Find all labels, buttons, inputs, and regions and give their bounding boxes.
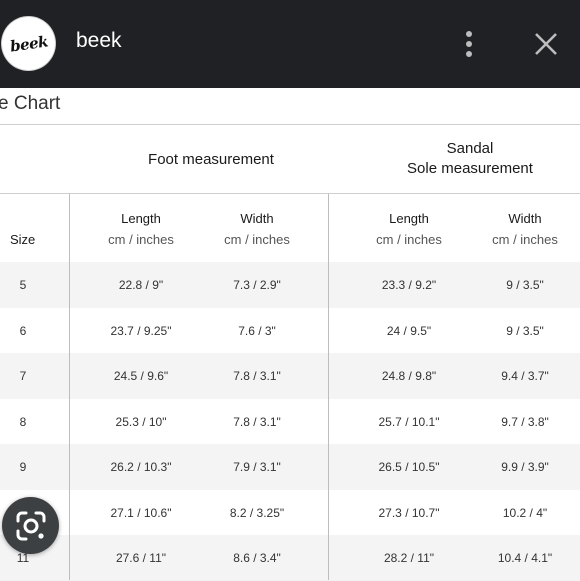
foot-length-cell: 26.2 / 10.3" xyxy=(110,459,172,474)
size-cell: 5 xyxy=(19,277,27,292)
foot-measurement-header: Foot measurement xyxy=(148,151,274,168)
foot-length-cell: 27.1 / 10.6" xyxy=(110,505,172,520)
foot-width-cell: 8.6 / 3.4" xyxy=(233,550,281,565)
foot-length-cell: 23.7 / 9.25" xyxy=(110,323,172,338)
sole-width-cell: 9 / 3.5" xyxy=(506,323,544,338)
column-units: cm / inches xyxy=(492,232,558,247)
more-vert-icon[interactable] xyxy=(458,28,480,60)
foot-length-cell: 27.6 / 11" xyxy=(115,550,167,565)
column-title: Length xyxy=(389,211,429,226)
column-title: Length xyxy=(121,211,161,226)
table-row: 10 27.1 / 10.6" 8.2 / 3.25" 27.3 / 10.7"… xyxy=(0,490,580,536)
close-icon[interactable] xyxy=(530,28,562,60)
sole-length-cell: 25.7 / 10.1" xyxy=(378,414,440,429)
sole-length-cell: 24 / 9.5" xyxy=(386,323,432,338)
sole-width-cell: 9.7 / 3.8" xyxy=(501,414,549,429)
google-lens-icon xyxy=(16,511,45,540)
column-title: Width xyxy=(508,211,542,226)
foot-width-cell: 7.8 / 3.1" xyxy=(233,368,281,383)
size-cell: 9 xyxy=(19,459,27,474)
sole-width-cell: 9.9 / 3.9" xyxy=(501,459,549,474)
column-units: cm / inches xyxy=(108,232,174,247)
table-row: 5 22.8 / 9" 7.3 / 2.9" 23.3 / 9.2" 9 / 3… xyxy=(0,262,580,308)
foot-width-header: Width cm / inches xyxy=(196,208,318,250)
sandal-measurement-header: Sandal Sole measurement xyxy=(360,139,580,179)
sole-width-cell: 10.4 / 4.1" xyxy=(497,550,553,565)
foot-width-cell: 8.2 / 3.25" xyxy=(229,505,285,520)
table-row: 7 24.5 / 9.6" 7.8 / 3.1" 24.8 / 9.8" 9.4… xyxy=(0,353,580,399)
foot-length-cell: 24.5 / 9.6" xyxy=(113,368,169,383)
sole-width-cell: 9.4 / 3.7" xyxy=(501,368,549,383)
column-units: cm / inches xyxy=(224,232,290,247)
sole-width-cell: 9 / 3.5" xyxy=(506,277,544,292)
google-lens-button[interactable] xyxy=(2,497,59,554)
column-divider xyxy=(328,194,329,580)
sole-width-header: Width cm / inches xyxy=(464,208,580,250)
foot-width-cell: 7.6 / 3" xyxy=(238,323,276,338)
size-cell: 7 xyxy=(19,368,27,383)
foot-width-cell: 7.9 / 3.1" xyxy=(233,459,281,474)
sole-length-cell: 27.3 / 10.7" xyxy=(378,505,440,520)
size-cell: 6 xyxy=(19,323,27,338)
page-title: e Chart xyxy=(0,93,61,114)
sandal-header-line2: Sole measurement xyxy=(407,160,533,177)
foot-width-cell: 7.3 / 2.9" xyxy=(233,277,281,292)
foot-length-header: Length cm / inches xyxy=(80,208,202,250)
table-row: 8 25.3 / 10" 7.8 / 3.1" 25.7 / 10.1" 9.7… xyxy=(0,399,580,445)
sole-length-cell: 28.2 / 11" xyxy=(383,550,435,565)
foot-width-cell: 7.8 / 3.1" xyxy=(233,414,281,429)
sole-length-cell: 23.3 / 9.2" xyxy=(381,277,437,292)
table-row: 6 23.7 / 9.25" 7.6 / 3" 24 / 9.5" 9 / 3.… xyxy=(0,308,580,354)
foot-length-cell: 25.3 / 10" xyxy=(115,414,167,429)
size-column-header: Size xyxy=(10,232,36,247)
divider xyxy=(0,193,580,194)
sole-length-header: Length cm / inches xyxy=(348,208,470,250)
sole-length-cell: 24.8 / 9.8" xyxy=(381,368,437,383)
column-divider xyxy=(69,194,70,580)
table-row: 11 27.6 / 11" 8.6 / 3.4" 28.2 / 11" 10.4… xyxy=(0,535,580,581)
site-name[interactable]: beek xyxy=(76,29,122,53)
divider xyxy=(0,124,580,125)
sole-length-cell: 26.5 / 10.5" xyxy=(378,459,440,474)
table-row: 9 26.2 / 10.3" 7.9 / 3.1" 26.5 / 10.5" 9… xyxy=(0,444,580,490)
foot-length-cell: 22.8 / 9" xyxy=(118,277,164,292)
top-bar: beek beek xyxy=(0,0,580,88)
sandal-header-line1: Sandal xyxy=(446,140,494,157)
sole-width-cell: 10.2 / 4" xyxy=(502,505,548,520)
column-title: Width xyxy=(240,211,274,226)
logo-text: beek xyxy=(8,31,49,56)
size-cell: 8 xyxy=(19,414,27,429)
site-logo[interactable]: beek xyxy=(2,17,55,70)
column-units: cm / inches xyxy=(376,232,442,247)
